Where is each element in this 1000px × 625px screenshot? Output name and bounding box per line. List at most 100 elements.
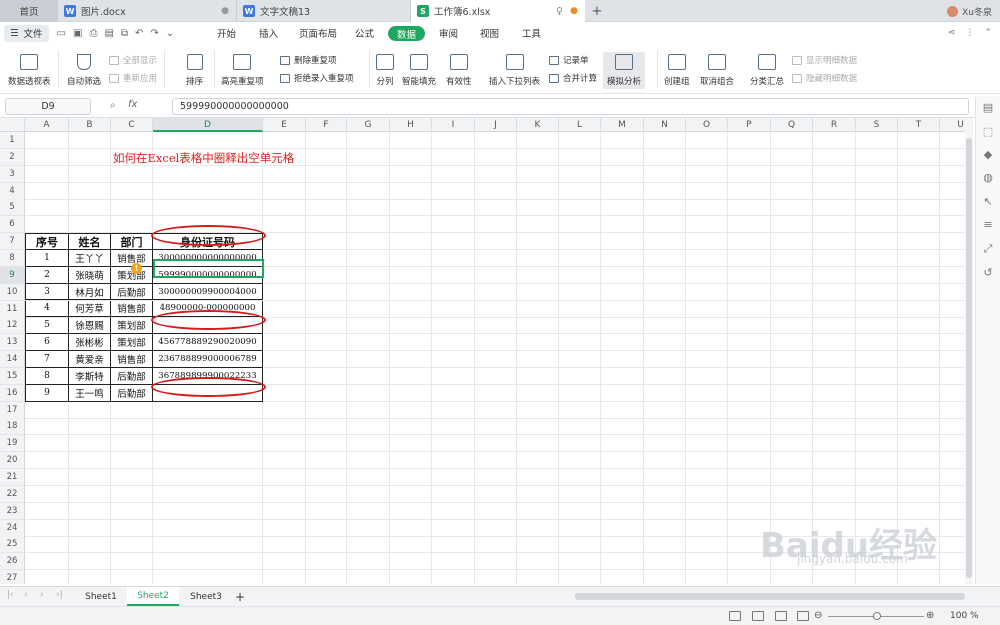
- grid-cell[interactable]: [475, 384, 517, 402]
- grid-cell[interactable]: [263, 266, 306, 284]
- grid-cell[interactable]: [940, 520, 965, 537]
- grid-cell[interactable]: [898, 334, 940, 352]
- grid-cell[interactable]: [728, 334, 771, 352]
- grid-cell[interactable]: [111, 216, 153, 234]
- grid-cell[interactable]: [432, 216, 475, 234]
- grid-cell[interactable]: [306, 233, 347, 251]
- grid-cell[interactable]: [940, 368, 965, 385]
- grid-cell[interactable]: [153, 199, 263, 217]
- column-header-e[interactable]: E: [263, 118, 306, 132]
- grid-cell[interactable]: [306, 519, 347, 537]
- grid-cell[interactable]: [475, 519, 517, 537]
- grid-cell[interactable]: [771, 452, 813, 470]
- grid-cell[interactable]: [475, 165, 517, 183]
- grid-cell[interactable]: [898, 485, 940, 503]
- grid-cell[interactable]: [25, 536, 69, 554]
- row-header-25[interactable]: 25: [0, 536, 25, 554]
- grid-cell[interactable]: [898, 249, 940, 267]
- grid-cell[interactable]: [475, 300, 517, 318]
- grid-cell[interactable]: [728, 401, 771, 419]
- zoom-search-icon[interactable]: ⌕: [110, 100, 116, 111]
- grid-cell[interactable]: [432, 266, 475, 284]
- cell-seq[interactable]: 1: [25, 249, 69, 267]
- grid-cell[interactable]: [940, 435, 965, 453]
- grid-cell[interactable]: [940, 486, 965, 503]
- grid-cell[interactable]: [728, 233, 771, 251]
- grid-cell[interactable]: [728, 148, 771, 166]
- grid-cell[interactable]: [347, 351, 390, 369]
- grid-cell[interactable]: [856, 249, 898, 267]
- grid-cell[interactable]: [432, 418, 475, 436]
- grid-cell[interactable]: [432, 148, 475, 166]
- grid-cell[interactable]: [432, 570, 475, 584]
- grid-cell[interactable]: [813, 469, 856, 486]
- column-header-d[interactable]: D: [153, 118, 263, 132]
- grid-cell[interactable]: [813, 216, 856, 234]
- hide-detail-button[interactable]: 隐藏明细数据: [792, 72, 857, 84]
- grid-cell[interactable]: [813, 182, 856, 200]
- last-sheet-icon[interactable]: ›|: [56, 590, 63, 600]
- grid-cell[interactable]: [559, 351, 601, 369]
- grid-cell[interactable]: [940, 469, 965, 486]
- row-header-11[interactable]: 11: [0, 300, 25, 318]
- grid-cell[interactable]: [432, 249, 475, 267]
- grid-cell[interactable]: [432, 334, 475, 352]
- chevron-down-icon[interactable]: ⌄: [166, 28, 174, 39]
- grid-cell[interactable]: [263, 233, 306, 251]
- grid-cell[interactable]: [347, 536, 390, 554]
- grid-cell[interactable]: [940, 402, 965, 419]
- grid-cell[interactable]: [111, 570, 153, 584]
- grid-cell[interactable]: [686, 351, 728, 369]
- grid-cell[interactable]: [686, 536, 728, 554]
- grid-cell[interactable]: [390, 418, 432, 436]
- grid-cell[interactable]: [601, 334, 644, 352]
- grid-cell[interactable]: [25, 132, 69, 149]
- grid-cell[interactable]: [111, 519, 153, 537]
- grid-cell[interactable]: [390, 233, 432, 251]
- grid-cell[interactable]: [347, 401, 390, 419]
- grid-cell[interactable]: [69, 132, 111, 149]
- error-warning-icon[interactable]: !: [131, 263, 142, 274]
- column-header-j[interactable]: J: [475, 118, 517, 132]
- history-icon[interactable]: ↺: [982, 267, 994, 279]
- grid-cell[interactable]: [813, 300, 856, 318]
- select-all-corner[interactable]: [0, 118, 25, 132]
- menu-start[interactable]: 开始: [217, 22, 236, 44]
- grid-cell[interactable]: [432, 502, 475, 520]
- grid-cell[interactable]: [432, 367, 475, 385]
- column-header-m[interactable]: M: [601, 118, 644, 132]
- pin-icon[interactable]: ♀: [556, 6, 563, 17]
- grid-cell[interactable]: [517, 485, 559, 503]
- grid-cell[interactable]: [475, 485, 517, 503]
- grid-cell[interactable]: [390, 182, 432, 200]
- grid-cell[interactable]: [856, 148, 898, 166]
- grid-cell[interactable]: [940, 301, 965, 318]
- grid-cell[interactable]: [69, 216, 111, 234]
- grid-cell[interactable]: [940, 166, 965, 183]
- grid-cell[interactable]: [153, 165, 263, 183]
- grid-cell[interactable]: [559, 182, 601, 200]
- grid-cell[interactable]: [686, 553, 728, 571]
- grid-cell[interactable]: [390, 216, 432, 234]
- open-folder-icon[interactable]: ▭: [57, 28, 66, 39]
- grid-cell[interactable]: [728, 266, 771, 284]
- grid-cell[interactable]: [517, 132, 559, 149]
- row-header-16[interactable]: 16: [0, 384, 25, 402]
- grid-cell[interactable]: [347, 519, 390, 537]
- grid-cell[interactable]: [940, 452, 965, 470]
- grid-cell[interactable]: [686, 334, 728, 352]
- share-icon[interactable]: ⋖: [948, 28, 956, 38]
- grid-cell[interactable]: [644, 570, 686, 584]
- grid-cell[interactable]: [601, 266, 644, 284]
- grid-cell[interactable]: [686, 452, 728, 470]
- grid-cell[interactable]: [517, 553, 559, 571]
- grid-cell[interactable]: [898, 233, 940, 251]
- grid-cell[interactable]: [111, 199, 153, 217]
- grid-cell[interactable]: [306, 570, 347, 584]
- grid-cell[interactable]: [813, 418, 856, 436]
- grid-cell[interactable]: [601, 384, 644, 402]
- zoom-in-icon[interactable]: ⊕: [926, 610, 934, 621]
- grid-cell[interactable]: [153, 502, 263, 520]
- grid-cell[interactable]: [940, 334, 965, 352]
- grid-cell[interactable]: [111, 469, 153, 486]
